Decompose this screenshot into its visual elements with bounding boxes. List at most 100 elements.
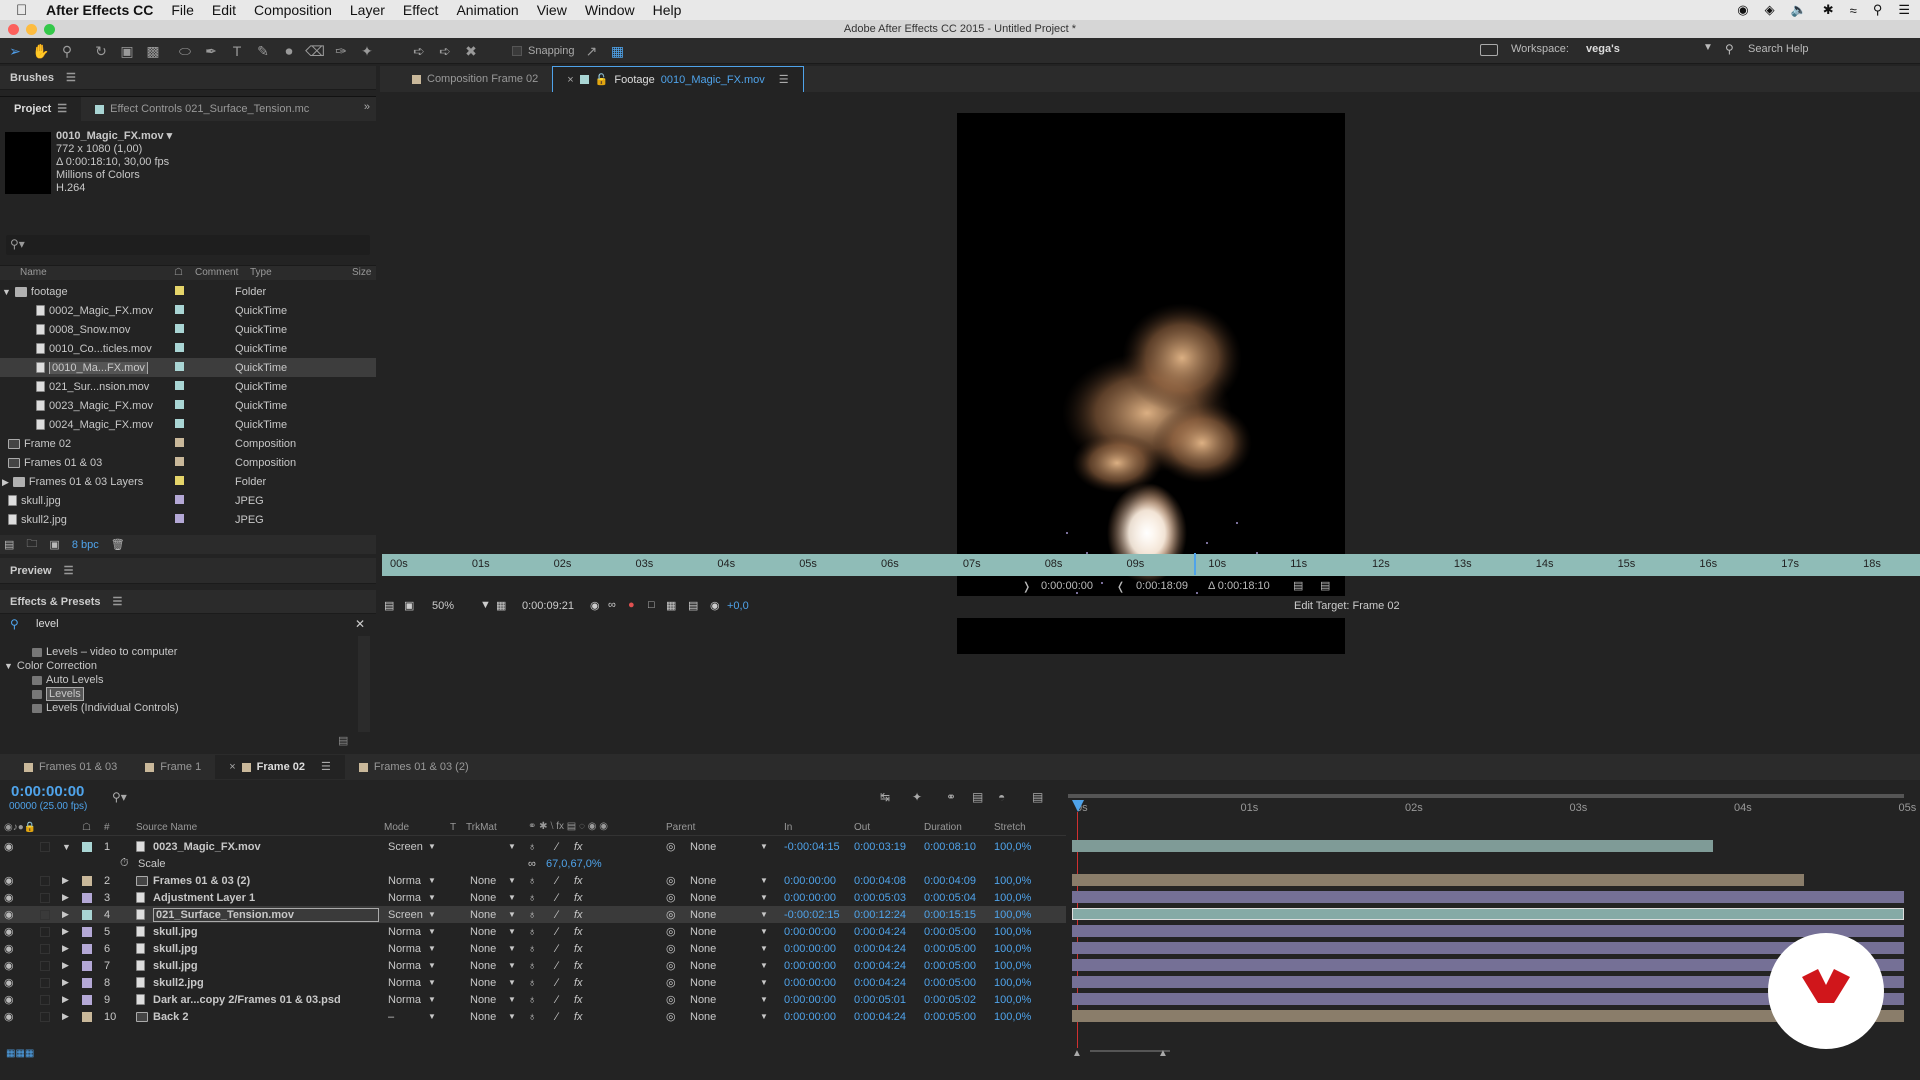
effects-item[interactable]: Auto Levels [0,673,360,687]
video-visibility-icon[interactable]: ◉ [4,1010,14,1023]
layer-out-time[interactable]: 0:00:05:03 [854,892,906,904]
label-color-swatch[interactable] [175,380,184,390]
disclosure-triangle-icon[interactable]: ▼ [4,661,13,671]
shy-switch-icon[interactable]: ♁ [528,960,536,972]
column-comment[interactable]: Comment [195,267,238,278]
project-item[interactable]: 0023_Magic_FX.mov QuickTime [0,396,376,415]
mode-dropdown-icon[interactable]: ▼ [428,893,436,902]
fx-switch-icon[interactable]: fx [574,909,583,921]
layer-mode-select[interactable]: Norma [388,960,421,972]
project-item[interactable]: ▼ footage Folder [0,282,376,301]
transparency-grid-icon[interactable]: ▦ [666,599,676,612]
label-color-swatch[interactable] [175,323,184,333]
layer-in-time[interactable]: 0:00:00:00 [784,1011,836,1023]
mode-dropdown-icon[interactable]: ▼ [428,995,436,1004]
menu-edit[interactable]: Edit [212,2,236,18]
project-item[interactable]: skull.jpg JPEG [0,491,376,510]
trkmat-dropdown-icon[interactable]: ▼ [508,842,516,851]
type-tool-icon[interactable]: T [226,41,248,61]
layer-stretch[interactable]: 100,0% [994,841,1031,853]
layer-in-time[interactable]: 0:00:00:00 [784,875,836,887]
layer-switches-toggle-icon[interactable]: ▦▦▦ [6,1048,34,1059]
record-icon[interactable]: ◉ [1737,2,1748,18]
search-help-icon[interactable]: ⚲ [1725,42,1734,56]
layer-duration[interactable]: 0:00:04:09 [924,875,976,887]
project-item-label[interactable] [165,418,235,431]
menu-window[interactable]: Window [585,2,635,18]
project-item-label[interactable] [165,342,235,355]
column-in[interactable]: In [784,822,792,833]
graph-editor-icon[interactable]: ▤ [1032,790,1043,804]
menu-file[interactable]: File [171,2,194,18]
lock-switch[interactable] [40,892,50,903]
layer-stretch[interactable]: 100,0% [994,943,1031,955]
eraser-tool-icon[interactable]: ⌫ [304,41,326,61]
layer-parent-select[interactable]: None [690,960,716,972]
sync-icon[interactable]: ◈ [1765,2,1775,18]
parent-dropdown-icon[interactable]: ▼ [760,995,768,1004]
lock-switch[interactable] [40,1011,50,1022]
label-color-swatch[interactable] [175,418,184,428]
layer-in-time[interactable]: 0:00:00:00 [784,994,836,1006]
snapshot-icon[interactable]: ◉ [590,599,600,612]
layer-duration[interactable]: 0:00:05:04 [924,892,976,904]
current-time-display[interactable]: 0:00:09:21 [522,600,574,612]
layer-in-time[interactable]: 0:00:00:00 [784,892,836,904]
pick-whip-icon[interactable]: ◎ [666,891,676,904]
layer-mode-select[interactable]: Screen [388,841,423,853]
clone-stamp-tool-icon[interactable]: ⏺ [278,41,300,61]
shy-layers-icon[interactable]: ⚭ [946,790,956,804]
notifications-icon[interactable]: ☰ [1898,2,1910,18]
local-axis-icon[interactable]: ➪ [408,41,430,61]
snap-edges-icon[interactable]: ↗ [581,41,603,61]
video-visibility-icon[interactable]: ◉ [4,959,14,972]
project-item[interactable]: Frame 02 Composition [0,434,376,453]
column-duration[interactable]: Duration [924,822,962,833]
parent-dropdown-icon[interactable]: ▼ [760,927,768,936]
layer-source-name[interactable]: 0023_Magic_FX.mov [153,841,261,853]
switches-icons[interactable]: ⚭ ✱ ⧵ fx ▤ ◌ ◉ ◉ [528,821,608,832]
project-item-label[interactable] [165,456,235,469]
pick-whip-icon[interactable]: ◎ [666,976,676,989]
brushes-panel-menu-icon[interactable]: ☰ [66,71,76,84]
lock-switch[interactable] [40,994,50,1005]
roto-brush-tool-icon[interactable]: ✑ [330,41,352,61]
fx-switch-icon[interactable]: fx [574,1011,583,1023]
layer-out-time[interactable]: 0:00:04:24 [854,960,906,972]
parent-dropdown-icon[interactable]: ▼ [760,910,768,919]
layer-duration-bar[interactable] [1072,840,1713,852]
layer-parent-select[interactable]: None [690,892,716,904]
channels-icon[interactable]: ● [628,599,635,611]
timeline-tab[interactable]: Frames 01 & 03 [10,755,131,779]
bluetooth-icon[interactable]: ✱ [1823,2,1834,18]
label-color-swatch[interactable] [175,399,184,409]
trkmat-dropdown-icon[interactable]: ▼ [508,927,516,936]
layer-out-time[interactable]: 0:00:04:08 [854,875,906,887]
project-item-label[interactable] [165,380,235,393]
column-stretch[interactable]: Stretch [994,822,1026,833]
project-item[interactable]: 0008_Snow.mov QuickTime [0,320,376,339]
close-window-button[interactable] [8,24,19,35]
shy-switch-icon[interactable]: ♁ [528,909,536,921]
layer-source-name[interactable]: skull.jpg [153,926,198,938]
label-header-icon[interactable]: ☖ [82,822,91,833]
layer-stretch[interactable]: 100,0% [994,994,1031,1006]
fx-switch-icon[interactable]: fx [574,943,583,955]
layer-trkmat-select[interactable]: None [470,994,496,1006]
exposure-reset-icon[interactable]: ◉ [710,599,720,612]
pick-whip-icon[interactable]: ◎ [666,840,676,853]
project-item[interactable]: Frames 01 & 03 Composition [0,453,376,472]
mode-dropdown-icon[interactable]: ▼ [428,961,436,970]
layer-duration[interactable]: 0:00:05:00 [924,960,976,972]
parent-dropdown-icon[interactable]: ▼ [760,1012,768,1021]
safe-zones-icon[interactable]: ▦ [496,599,506,612]
layer-parent-select[interactable]: None [690,977,716,989]
project-panel-menu-icon[interactable]: ☰ [57,97,67,121]
label-color-swatch[interactable] [175,513,184,523]
layer-label-swatch[interactable] [82,960,92,971]
pick-whip-icon[interactable]: ◎ [666,925,676,938]
project-item[interactable]: skull2.jpg JPEG [0,510,376,529]
pick-whip-icon[interactable]: ◎ [666,1010,676,1023]
layer-mode-select[interactable]: Norma [388,926,421,938]
pen-tool-icon[interactable]: ✒ [200,41,222,61]
